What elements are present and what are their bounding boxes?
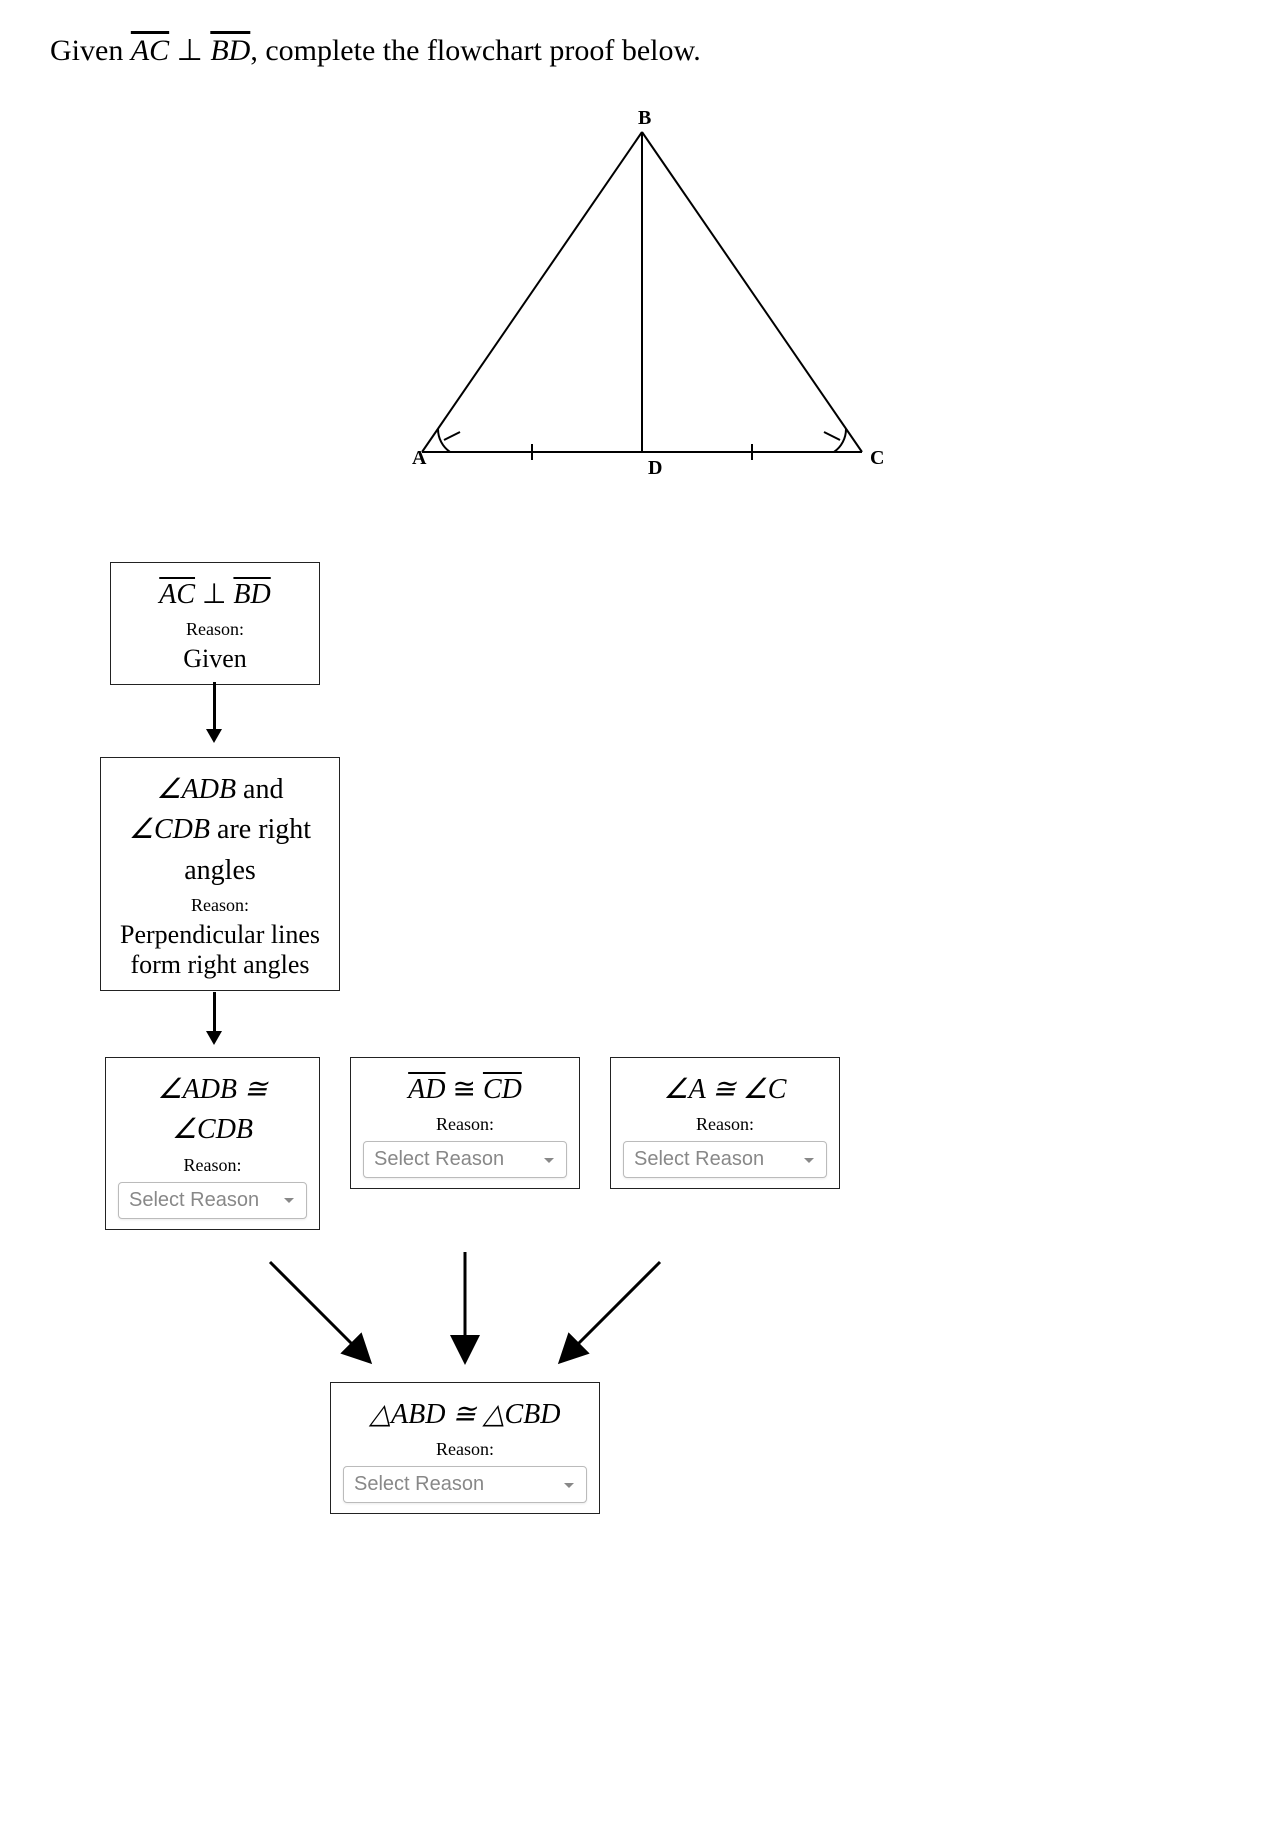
b5-reason-label: Reason: xyxy=(621,1114,829,1135)
b3-l2: ∠CDB xyxy=(172,1114,253,1145)
prompt-text: Given AC ⊥ BD, complete the flowchart pr… xyxy=(50,30,1234,72)
b2-l1b: and xyxy=(236,774,283,805)
b1-perp: ⊥ xyxy=(195,579,233,610)
b4-seg2: CD xyxy=(483,1074,522,1105)
proof-box-sides-congruent: AD ≅ CD Reason: Select Reason xyxy=(350,1057,580,1189)
b2-reason-l2: form right angles xyxy=(111,950,329,980)
converging-arrows xyxy=(100,1242,900,1402)
prompt-before: Given xyxy=(50,34,131,67)
b5-reason-select[interactable]: Select Reason xyxy=(623,1141,827,1178)
label-c: C xyxy=(870,447,884,469)
b3-reason-label: Reason: xyxy=(116,1155,309,1176)
triangle-diagram: A B C D xyxy=(50,102,1234,502)
b2-l1a: ∠ADB xyxy=(157,774,237,805)
segment-ac: AC xyxy=(131,34,169,67)
b2-l2b: are right xyxy=(210,814,311,845)
b5-l1: ∠A ≅ ∠C xyxy=(664,1074,787,1105)
prompt-after: , complete the flowchart proof below. xyxy=(250,34,700,67)
b4-cong: ≅ xyxy=(445,1074,482,1105)
page: Given AC ⊥ BD, complete the flowchart pr… xyxy=(0,0,1284,1792)
arrow-1-2 xyxy=(206,682,222,743)
perp-symbol: ⊥ xyxy=(169,34,210,67)
b4-seg1: AD xyxy=(408,1074,445,1105)
diagram-svg: A B C D xyxy=(362,102,922,502)
proof-box-conclusion: △ABD ≅ △CBD Reason: Select Reason xyxy=(330,1382,600,1514)
label-a: A xyxy=(412,447,427,469)
b1-seg1: AC xyxy=(159,579,195,610)
b6-reason-select[interactable]: Select Reason xyxy=(343,1466,587,1503)
b3-l1: ∠ADB ≅ xyxy=(158,1074,268,1105)
b1-reason-label: Reason: xyxy=(121,619,309,640)
b1-seg2: BD xyxy=(233,579,270,610)
b2-reason-label: Reason: xyxy=(111,895,329,916)
segment-bd: BD xyxy=(210,34,250,67)
label-b: B xyxy=(638,107,651,129)
b4-reason-label: Reason: xyxy=(361,1114,569,1135)
proof-box-base-angles: ∠A ≅ ∠C Reason: Select Reason xyxy=(610,1057,840,1189)
b1-reason: Given xyxy=(121,644,309,674)
b3-reason-select[interactable]: Select Reason xyxy=(118,1182,307,1219)
b2-reason-l1: Perpendicular lines xyxy=(111,920,329,950)
proof-box-angles-congruent: ∠ADB ≅ ∠CDB Reason: Select Reason xyxy=(105,1057,320,1230)
proof-box-given: AC ⊥ BD Reason: Given xyxy=(110,562,320,685)
b6-reason-label: Reason: xyxy=(341,1439,589,1460)
b2-l3: angles xyxy=(111,853,329,889)
label-d: D xyxy=(648,457,662,479)
proof-flowchart: AC ⊥ BD Reason: Given ∠ADB and ∠CDB are … xyxy=(50,562,1234,1762)
b2-l2a: ∠CDB xyxy=(129,814,210,845)
proof-box-right-angles: ∠ADB and ∠CDB are right angles Reason: P… xyxy=(100,757,340,991)
arrow-2-3 xyxy=(206,992,222,1045)
b6-l1: △ABD ≅ △CBD xyxy=(370,1399,561,1430)
b4-reason-select[interactable]: Select Reason xyxy=(363,1141,567,1178)
